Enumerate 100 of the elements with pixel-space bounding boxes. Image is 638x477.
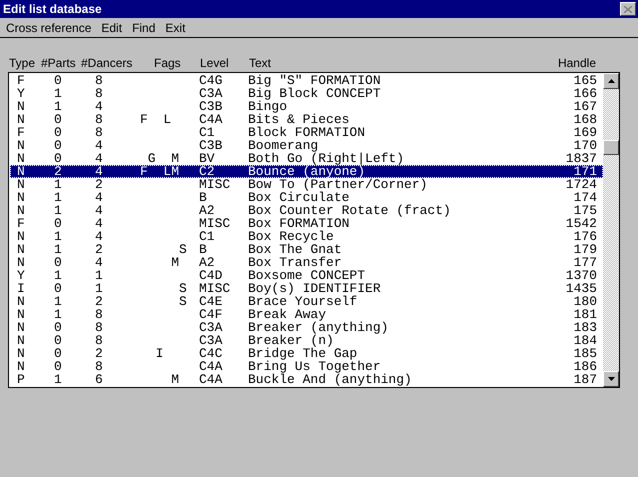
dancers-cell-text: 4 <box>95 100 104 113</box>
parts-cell-text: 1 <box>54 269 63 282</box>
list-row[interactable]: N 1 8 C4F Break Away 181 <box>10 308 603 321</box>
list-row[interactable]: N 1 4 C1 Box Recycle 176 <box>10 230 603 243</box>
dancers-cell-text: 4 <box>95 165 104 178</box>
dancers-cell-text: 4 <box>95 256 104 269</box>
parts-cell-text: 0 <box>54 321 63 334</box>
column-header: Text <box>249 56 272 70</box>
list-row[interactable]: N 1 4 B Box Circulate 174 <box>10 191 603 204</box>
type-cell-text: N <box>16 113 26 126</box>
column-header: Fags <box>154 56 182 70</box>
text-cell-text: Bingo <box>248 100 288 113</box>
flags-cell-text: S <box>178 282 188 295</box>
parts-cell-text: 1 <box>54 204 63 217</box>
dancers-cell-text: 4 <box>95 230 104 243</box>
flags-cell-text: G M <box>146 152 180 165</box>
text-cell-text: Bounce (anyone) <box>248 165 366 178</box>
menu-item[interactable]: Find <box>128 21 162 35</box>
handle-cell: 186 <box>574 360 597 373</box>
menu-item[interactable]: Edit <box>97 21 128 35</box>
type-cell-text: I <box>16 282 26 295</box>
list-row[interactable]: I 0 1 S MISC Boy(s) IDENTIFIER 1435 <box>10 282 603 295</box>
text-cell-text: Boomerang <box>248 139 318 152</box>
menu-item[interactable]: Exit <box>161 21 192 35</box>
parts-cell-text: 1 <box>54 178 63 191</box>
text-cell-text: Bridge The Gap <box>248 347 358 360</box>
text-cell-text: Buckle And (anything) <box>248 373 413 386</box>
level-cell-text: C4A <box>199 113 224 126</box>
list-row[interactable]: N 1 2 S C4E Brace Yourself 180 <box>10 295 603 308</box>
scrollbar[interactable] <box>603 73 619 387</box>
handle-cell: 1435 <box>566 282 597 295</box>
scroll-down-button[interactable] <box>603 371 619 387</box>
type-cell-text: F <box>16 74 26 87</box>
type-cell-text: F <box>16 217 26 230</box>
handle-cell: 171 <box>574 165 597 178</box>
list-row[interactable]: N 0 8 C3A Breaker (anything) 183 <box>10 321 603 334</box>
text-cell-text: Box The Gnat <box>248 243 343 256</box>
level-cell-text: C1 <box>199 230 216 243</box>
type-cell-text: N <box>16 204 26 217</box>
list-row[interactable]: N 0 8 F L C4A Bits & Pieces 168 <box>10 113 603 126</box>
parts-cell-text: 0 <box>54 74 63 87</box>
text-cell-text: Big "S" FORMATION <box>248 74 382 87</box>
text-cell-text: Block FORMATION <box>248 126 366 139</box>
parts-cell-text: 1 <box>54 243 63 256</box>
column-header: #Parts <box>41 56 77 70</box>
dancers-cell-text: 8 <box>95 74 104 87</box>
column-header: Type <box>9 56 36 70</box>
list-row[interactable]: P 1 6 M C4A Buckle And (anything) 187 <box>10 373 603 386</box>
handle-cell: 1370 <box>566 269 597 282</box>
text-cell-text: Both Go (Right|Left) <box>248 152 406 165</box>
list-row[interactable]: N 1 4 A2 Box Counter Rotate (fract) 175 <box>10 204 603 217</box>
level-cell-text: C3B <box>199 139 224 152</box>
list-row[interactable]: N 0 4 C3B Boomerang 170 <box>10 139 603 152</box>
text-cell-text: Box Recycle <box>248 230 335 243</box>
parts-cell-text: 0 <box>54 347 63 360</box>
type-cell-text: N <box>16 243 26 256</box>
parts-cell-text: 1 <box>54 308 63 321</box>
scroll-up-button[interactable] <box>603 73 619 89</box>
menu-item[interactable]: Cross reference <box>2 21 98 35</box>
type-cell-text: N <box>16 295 26 308</box>
close-button[interactable] <box>620 2 636 16</box>
text-cell-text: Break Away <box>248 308 326 321</box>
type-cell-text: N <box>16 230 26 243</box>
level-cell-text: MISC <box>199 178 232 191</box>
list-row[interactable]: N 0 8 C4A Bring Us Together 186 <box>10 360 603 373</box>
text-cell-text: Bits & Pieces <box>248 113 350 126</box>
type-cell-text: N <box>16 308 26 321</box>
list-row[interactable]: N 0 8 C3A Breaker (n) 184 <box>10 334 603 347</box>
type-cell-text: N <box>16 139 26 152</box>
level-cell-text: C2 <box>199 165 216 178</box>
list-row[interactable]: N 1 4 C3B Bingo 167 <box>10 100 603 113</box>
flags-cell-text: M <box>170 373 180 386</box>
list-row[interactable]: N 0 4 M A2 Box Transfer 177 <box>10 256 603 269</box>
list-row[interactable]: Y 1 8 C3A Big Block CONCEPT 166 <box>10 87 603 100</box>
level-cell-text: C3A <box>199 87 224 100</box>
dancers-cell-text: 2 <box>95 178 104 191</box>
handle-cell: 174 <box>574 191 597 204</box>
level-cell-text: C4C <box>199 347 224 360</box>
handle-cell: 167 <box>574 100 597 113</box>
parts-cell-text: 1 <box>54 295 63 308</box>
handle-cell: 181 <box>574 308 597 321</box>
handle-cell: 183 <box>574 321 597 334</box>
list-row[interactable]: Y 1 1 C4D Boxsome CONCEPT 1370 <box>10 269 603 282</box>
list-row[interactable]: F 0 8 C4G Big "S" FORMATION 165 <box>10 74 603 87</box>
parts-cell-text: 1 <box>54 230 63 243</box>
level-cell-text: C3A <box>199 334 224 347</box>
dancers-cell-text: 8 <box>95 126 104 139</box>
list-row[interactable]: N 1 2 S B Box The Gnat 179 <box>10 243 603 256</box>
list-row[interactable]: N 1 2 MISC Bow To (Partner/Corner) 1724 <box>10 178 603 191</box>
scroll-thumb[interactable] <box>603 140 619 155</box>
list-row[interactable]: N 0 2 I C4C Bridge The Gap 185 <box>10 347 603 360</box>
list-row[interactable]: F 0 4 MISC Box FORMATION 1542 <box>10 217 603 230</box>
list-row[interactable]: N 0 4 G M BV Both Go (Right|Left) 1837 <box>10 152 603 165</box>
handle-cell: 177 <box>574 256 597 269</box>
parts-cell-text: 0 <box>54 282 63 295</box>
type-cell-text: Y <box>16 87 26 100</box>
level-cell-text: C3B <box>199 100 224 113</box>
dancers-cell-text: 8 <box>95 87 104 100</box>
list-row[interactable]: N 2 4 F LM C2 Bounce (anyone) 171 <box>10 165 603 178</box>
list-row[interactable]: F 0 8 C1 Block FORMATION 169 <box>10 126 603 139</box>
